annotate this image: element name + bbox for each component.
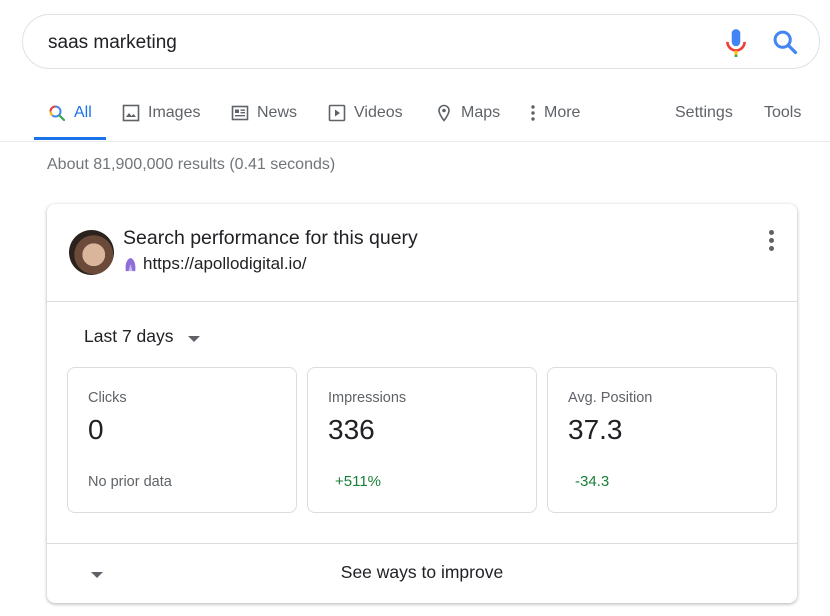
tab-more[interactable]: More	[528, 90, 580, 140]
search-icon	[49, 105, 66, 122]
metric-impressions: Impressions 336 +511%	[307, 367, 537, 513]
avatar	[69, 230, 114, 275]
card-divider	[47, 543, 797, 544]
metric-clicks: Clicks 0 No prior data	[67, 367, 297, 513]
see-ways-to-improve-button[interactable]: See ways to improve	[47, 562, 797, 583]
metric-value: 0	[88, 414, 104, 445]
metric-change: -34.3	[575, 473, 610, 490]
search-tabs: All Images News Videos Maps More Setting…	[0, 90, 830, 140]
metric-change: No prior data	[88, 474, 172, 490]
tab-label: All	[74, 104, 92, 121]
tab-label: More	[544, 104, 581, 121]
more-options-icon[interactable]	[763, 230, 779, 254]
metric-avg-position: Avg. Position 37.3 -34.3	[547, 367, 777, 513]
map-pin-icon	[438, 104, 450, 122]
microphone-icon[interactable]	[723, 28, 749, 58]
card-title: Search performance for this query	[123, 227, 418, 249]
tab-news[interactable]: News	[231, 90, 297, 140]
tab-tools[interactable]: Tools	[764, 90, 801, 140]
site-link[interactable]: https://apollodigital.io/	[123, 254, 307, 274]
image-icon	[122, 104, 140, 122]
tab-label: Maps	[461, 104, 501, 121]
chevron-down-icon	[187, 335, 200, 342]
tab-label: Settings	[675, 104, 733, 121]
date-range-dropdown[interactable]: Last 7 days	[84, 326, 200, 347]
metric-label: Clicks	[88, 390, 127, 406]
date-range-label: Last 7 days	[84, 326, 174, 346]
tab-label: Tools	[764, 104, 802, 121]
search-performance-card: Search performance for this query https:…	[47, 204, 797, 603]
search-box[interactable]: saas marketing	[22, 14, 820, 69]
result-stats: About 81,900,000 results (0.41 seconds)	[47, 156, 336, 173]
tab-settings[interactable]: Settings	[675, 90, 733, 140]
site-url: https://apollodigital.io/	[143, 254, 307, 273]
tab-all[interactable]: All	[34, 90, 106, 140]
metric-value: 336	[328, 414, 375, 445]
site-favicon-icon	[125, 257, 136, 271]
tab-images[interactable]: Images	[122, 90, 200, 140]
metric-label: Avg. Position	[568, 390, 653, 406]
tab-maps[interactable]: Maps	[435, 90, 500, 140]
metric-change: +511%	[335, 473, 382, 490]
tab-label: Videos	[354, 104, 403, 121]
tab-videos[interactable]: Videos	[328, 90, 403, 140]
search-icon[interactable]	[771, 28, 799, 56]
more-vertical-icon	[531, 105, 535, 121]
tab-label: News	[257, 104, 298, 121]
metric-value: 37.3	[568, 414, 623, 445]
metric-label: Impressions	[328, 390, 407, 406]
card-divider	[47, 301, 797, 302]
news-icon	[231, 105, 249, 121]
search-input[interactable]: saas marketing	[48, 15, 177, 70]
video-icon	[328, 104, 346, 122]
tab-label: Images	[148, 104, 201, 121]
tabs-divider	[0, 141, 830, 142]
